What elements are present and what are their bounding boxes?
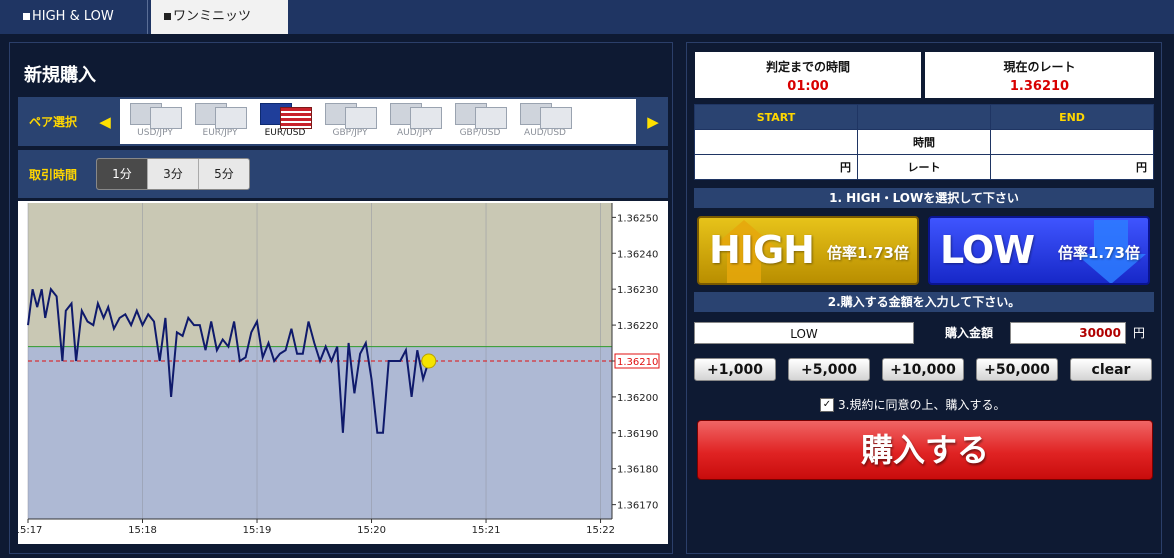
low-button[interactable]: LOW 倍率1.73倍	[928, 216, 1150, 285]
square-icon	[23, 13, 30, 20]
end-rate-cell: 円	[990, 154, 1154, 180]
pair-item-aud-jpy[interactable]: AUD/JPY	[384, 103, 446, 143]
flag-icon	[390, 103, 442, 129]
price-chart: 1.36250 1.36240 1.36230 1.36220 1.36210 1.362…	[18, 201, 668, 544]
selected-direction-field: LOW	[694, 322, 914, 344]
tab-high-low[interactable]: HIGH & LOW	[10, 0, 148, 34]
pair-item-aud-usd[interactable]: AUD/USD	[514, 103, 576, 143]
pair-label: AUD/USD	[524, 128, 566, 138]
step2-bar: 2.購入する金額を入力して下さい。	[694, 292, 1154, 312]
flag-icon	[325, 103, 377, 129]
pair-item-usd-jpy[interactable]: USD/JPY	[124, 103, 186, 143]
amount-unit: 円	[1133, 326, 1146, 340]
pair-list: USD/JPY EUR/JPY EUR/USD GBP/JPY AUD/JPY GBP/U…	[120, 99, 636, 144]
trade-info-table: START END 時間 円 レート 円	[694, 104, 1154, 180]
trade-time-label: 取引時間	[28, 167, 77, 182]
add-1000-button[interactable]: +1,000	[694, 358, 776, 381]
period-1[interactable]: 1分	[97, 159, 148, 189]
clear-button[interactable]: clear	[1070, 358, 1152, 381]
x-tick-label: 15:22	[586, 525, 615, 536]
pair-select-row: ペア選択 ◀ USD/JPY EUR/JPY EUR/USD GBP/JPY AUD/J…	[18, 97, 668, 146]
y-tick-label: 1.36200	[617, 393, 658, 404]
period-selector: 1分 3分 5分	[96, 158, 250, 190]
pair-label: GBP/JPY	[332, 128, 368, 138]
pair-label: USD/JPY	[137, 128, 173, 138]
deadline-box: 判定までの時間 01:00	[695, 52, 921, 98]
x-tick-label: 15:21	[472, 525, 501, 536]
high-rate: 倍率1.73倍	[826, 244, 909, 262]
pair-select-label: ペア選択	[28, 115, 77, 129]
time-label-cell: 時間	[857, 129, 991, 155]
agree-text: 3.規約に同意の上、購入する。	[838, 398, 1006, 412]
below-reference-area	[28, 346, 612, 519]
y-tick-label: 1.36170	[617, 501, 658, 512]
next-pair-arrow-icon[interactable]: ▶	[638, 97, 668, 146]
end-time-cell	[990, 129, 1154, 155]
y-tick-label: 1.36230	[617, 285, 658, 296]
tab-label: ワンミニッツ	[173, 9, 252, 24]
pair-item-gbp-usd[interactable]: GBP/USD	[449, 103, 511, 143]
pair-label: GBP/USD	[459, 128, 501, 138]
low-rate: 倍率1.73倍	[1057, 244, 1140, 262]
current-price-marker	[421, 353, 437, 369]
agree-row: ✓ 3.規約に同意の上、購入する。	[820, 396, 1005, 413]
end-header: END	[990, 104, 1154, 130]
period-2[interactable]: 3分	[148, 159, 199, 189]
period-3[interactable]: 5分	[199, 159, 249, 189]
high-label: HIGH	[709, 228, 815, 272]
add-10000-button[interactable]: +10,000	[882, 358, 964, 381]
pair-item-gbp-jpy[interactable]: GBP/JPY	[319, 103, 381, 143]
flag-icon	[130, 103, 182, 129]
tab-bar: HIGH & LOW ワンミニッツ	[0, 0, 1174, 36]
tab-one-minute[interactable]: ワンミニッツ	[151, 0, 288, 34]
flag-icon	[520, 103, 572, 129]
current-rate-label: 現在のレート	[1003, 60, 1076, 74]
flag-icon	[455, 103, 507, 129]
y-tick-label: 1.36220	[617, 321, 658, 332]
chart-svg: 1.36250 1.36240 1.36230 1.36220 1.36210 1.362…	[18, 203, 660, 536]
x-tick-label: 15:20	[357, 525, 386, 536]
high-button[interactable]: HIGH 倍率1.73倍	[697, 216, 919, 285]
y-tick-label: 1.36190	[617, 429, 658, 440]
deadline-label: 判定までの時間	[765, 60, 850, 74]
panel-title: 新規購入	[24, 65, 96, 86]
pair-label: AUD/JPY	[396, 128, 434, 138]
low-label: LOW	[940, 228, 1035, 272]
flag-icon	[260, 103, 312, 129]
y-tick-label: 1.36250	[617, 213, 658, 224]
x-tick-label: 15:17	[18, 525, 42, 536]
trade-time-row: 取引時間 1分 3分 5分	[18, 150, 668, 198]
agree-checkbox[interactable]: ✓	[820, 397, 834, 412]
y-tick-label: 1.36240	[617, 249, 658, 260]
pair-label: EUR/USD	[264, 128, 306, 138]
square-icon	[164, 13, 171, 20]
flag-icon	[195, 103, 247, 129]
deadline-value: 01:00	[787, 79, 829, 94]
pair-item-eur-jpy[interactable]: EUR/JPY	[189, 103, 251, 143]
prev-pair-arrow-icon[interactable]: ◀	[90, 97, 120, 146]
buy-button[interactable]: 購入する	[697, 420, 1153, 480]
start-rate-cell: 円	[694, 154, 858, 180]
x-tick-label: 15:18	[128, 525, 157, 536]
start-header: START	[694, 104, 858, 130]
current-rate-box: 現在のレート 1.36210	[925, 52, 1154, 98]
x-tick-label: 15:19	[243, 525, 272, 536]
add-5000-button[interactable]: +5,000	[788, 358, 870, 381]
start-time-cell	[694, 129, 858, 155]
blank-header	[857, 104, 991, 130]
amount-input[interactable]	[1010, 322, 1126, 344]
pair-item-eur-usd[interactable]: EUR/USD	[254, 103, 316, 143]
step1-bar: 1. HIGH・LOWを選択して下さい	[694, 188, 1154, 208]
pair-label: EUR/JPY	[202, 128, 238, 138]
y-tick-label: 1.36180	[617, 465, 658, 476]
tab-label: HIGH & LOW	[32, 9, 114, 24]
y-tick-label: 1.36210	[617, 357, 658, 368]
add-50000-button[interactable]: +50,000	[976, 358, 1058, 381]
current-rate-value: 1.36210	[1009, 79, 1070, 94]
rate-label-cell: レート	[857, 154, 991, 180]
amount-label: 購入金額	[945, 326, 994, 340]
